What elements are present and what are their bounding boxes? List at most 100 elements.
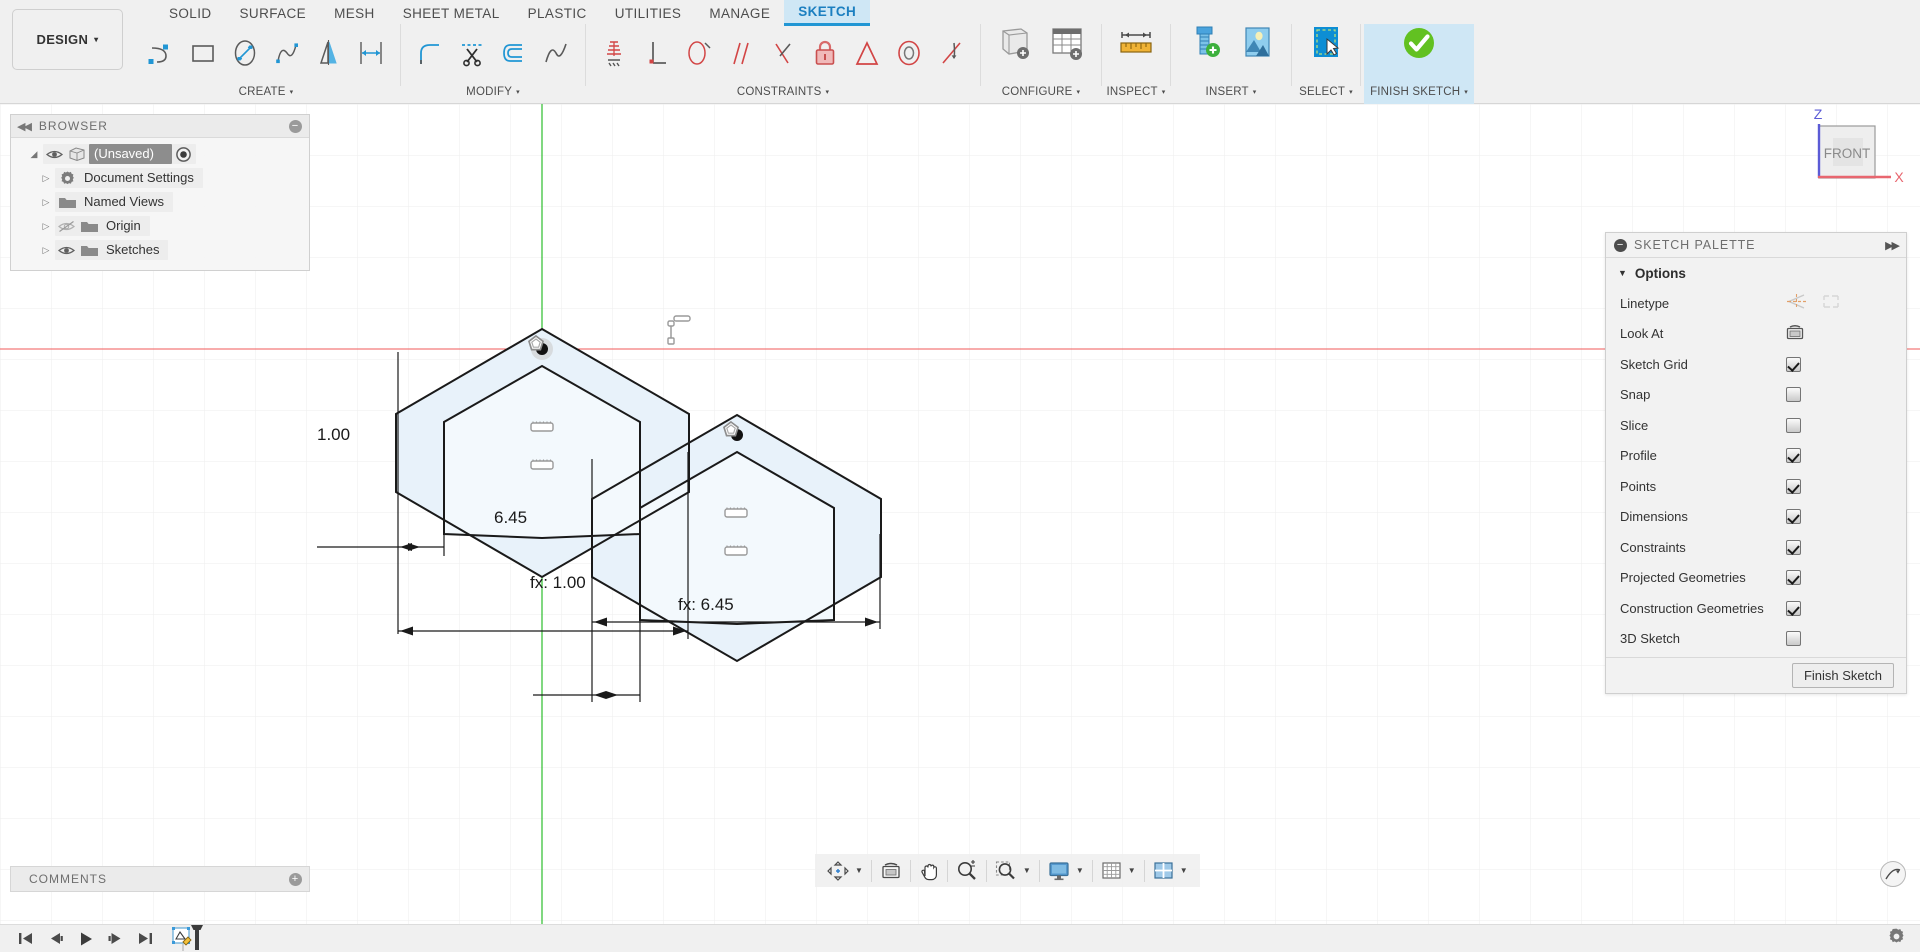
view-cube[interactable]: FRONT Z X (1795, 106, 1915, 206)
ribbon-group-finish-sketch[interactable]: FINISH SKETCH ▾ (1364, 24, 1474, 104)
palette-section-options[interactable]: ▼ Options (1606, 258, 1906, 288)
tree-item-sketches[interactable]: ▷ Sketches (37, 238, 309, 262)
expand-triangle-icon[interactable]: ◢ (25, 149, 43, 160)
tab-mesh[interactable]: MESH (320, 0, 389, 26)
horizontal-constraint-icon[interactable] (724, 545, 748, 556)
radio-selected-icon[interactable] (172, 146, 196, 163)
palette-row-construction-geometries[interactable]: Construction Geometries (1606, 593, 1906, 624)
perpendicular-constraint-icon[interactable] (636, 26, 678, 80)
chevron-right-icon[interactable]: ▷ (37, 245, 55, 256)
sketch-palette-header[interactable]: − SKETCH PALETTE ▶▶ (1606, 233, 1906, 258)
profile-checkbox[interactable] (1786, 448, 1801, 464)
rectangle-icon[interactable] (182, 26, 224, 80)
tab-sheet-metal[interactable]: SHEET METAL (389, 0, 514, 26)
chevron-down-icon[interactable]: ▼ (1618, 268, 1627, 278)
dimension-label-fx-1-00[interactable]: fx: 1.00 (530, 573, 586, 592)
plus-icon[interactable]: + (289, 872, 302, 886)
palette-row-constraints[interactable]: Constraints (1606, 532, 1906, 563)
finish-sketch-button[interactable]: Finish Sketch (1791, 663, 1894, 688)
viewports-icon[interactable] (1148, 854, 1179, 887)
tab-surface[interactable]: SURFACE (226, 0, 321, 26)
tree-item-document-settings[interactable]: ▷ Document Settings (37, 166, 309, 190)
equal-constraint-icon[interactable] (846, 26, 888, 80)
dimension-label-6-45[interactable]: 6.45 (494, 508, 527, 527)
chevron-right-icon[interactable]: ▷ (37, 221, 55, 232)
minimize-icon[interactable]: − (289, 119, 302, 133)
zoom-window-icon[interactable] (990, 854, 1022, 887)
construction-geometries-checkbox[interactable] (1786, 600, 1801, 616)
chevron-down-icon[interactable]: ▼ (854, 854, 868, 887)
circle-icon[interactable] (224, 26, 266, 80)
chevron-down-icon[interactable]: ▼ (1127, 854, 1141, 887)
palette-row-slice[interactable]: Slice (1606, 410, 1906, 441)
rectangular-pattern-icon[interactable] (350, 26, 392, 80)
eye-visible-icon[interactable] (43, 148, 65, 161)
break-icon[interactable] (535, 26, 577, 80)
horizontal-constraint-icon[interactable] (530, 459, 554, 470)
palette-row-points[interactable]: Points (1606, 471, 1906, 502)
palette-row-profile[interactable]: Profile (1606, 441, 1906, 472)
dimension-label-1-00[interactable]: 1.00 (317, 425, 350, 444)
palette-row-projected-geometries[interactable]: Projected Geometries (1606, 563, 1906, 594)
look-at-icon[interactable] (875, 854, 907, 887)
horizontal-constraint-icon[interactable] (530, 421, 554, 432)
design-workspace-button[interactable]: DESIGN ▾ (12, 9, 123, 70)
browser-header[interactable]: ◀◀ BROWSER − (11, 115, 309, 138)
tab-plastic[interactable]: PLASTIC (514, 0, 601, 26)
palette-row-dimensions[interactable]: Dimensions (1606, 502, 1906, 533)
minus-circle-icon[interactable]: − (1614, 238, 1627, 252)
tree-item-origin[interactable]: ▷ Origin (37, 214, 309, 238)
browser-panel[interactable]: ◀◀ BROWSER − ◢ (Unsaved) ▷ Document Sett… (10, 114, 310, 271)
slice-checkbox[interactable] (1786, 417, 1801, 433)
points-checkbox[interactable] (1786, 478, 1801, 494)
chevron-right-icon[interactable]: ▷ (37, 197, 55, 208)
parallel-constraint-icon[interactable] (720, 26, 762, 80)
dimension-label-fx-6-45[interactable]: fx: 6.45 (678, 595, 734, 614)
palette-row-look-at[interactable]: Look At (1606, 319, 1906, 350)
horizontal-constraint-icon[interactable] (724, 507, 748, 518)
tab-solid[interactable]: SOLID (155, 0, 226, 26)
pan-icon[interactable] (914, 854, 944, 887)
centerline-icon[interactable] (1786, 293, 1807, 313)
grid-snaps-icon[interactable] (1096, 854, 1127, 887)
coincident-constraint-icon[interactable] (762, 26, 804, 80)
zoom-icon[interactable] (951, 854, 983, 887)
tab-sketch[interactable]: SKETCH (784, 0, 871, 26)
chevron-down-icon[interactable]: ▼ (1075, 854, 1089, 887)
step-forward-icon[interactable] (100, 925, 130, 952)
concentric-constraint-icon[interactable] (888, 26, 930, 80)
constraints-checkbox[interactable] (1786, 539, 1801, 555)
snap-checkbox[interactable] (1786, 387, 1801, 403)
tangent-constraint-icon[interactable] (678, 26, 720, 80)
insert-canvas-image-icon[interactable] (1231, 15, 1283, 91)
expand-right-icon[interactable]: ▶▶ (1885, 239, 1900, 252)
look-at-icon[interactable] (1786, 324, 1804, 344)
navigation-widget[interactable] (1880, 861, 1906, 887)
fillet-icon[interactable] (409, 26, 451, 80)
play-icon[interactable] (70, 925, 100, 952)
trim-icon[interactable] (451, 26, 493, 80)
orbit-icon[interactable] (822, 854, 854, 887)
finish-sketch-check-icon[interactable] (1369, 15, 1469, 91)
spline-icon[interactable] (266, 26, 308, 80)
settings-gear-icon[interactable] (1887, 927, 1906, 951)
eye-visible-icon[interactable] (55, 244, 77, 257)
palette-row-linetype[interactable]: Linetype (1606, 288, 1906, 319)
construction-icon[interactable] (1821, 293, 1842, 313)
projected-geometries-checkbox[interactable] (1786, 570, 1801, 586)
go-to-beginning-icon[interactable] (10, 925, 40, 952)
chevron-down-icon[interactable]: ▼ (1179, 854, 1193, 887)
palette-row-sketch-grid[interactable]: Sketch Grid (1606, 349, 1906, 380)
go-to-end-icon[interactable] (130, 925, 160, 952)
display-settings-icon[interactable] (1043, 854, 1075, 887)
fix-unfix-lock-icon[interactable] (804, 26, 846, 80)
browser-tree[interactable]: ◢ (Unsaved) ▷ Document Settings ▷ Named … (11, 138, 309, 270)
tree-item-unsaved[interactable]: ◢ (Unsaved) (25, 142, 309, 166)
mirror-icon[interactable] (308, 26, 350, 80)
sketch-palette[interactable]: − SKETCH PALETTE ▶▶ ▼ Options Linetype L… (1605, 232, 1907, 694)
collapse-left-icon[interactable]: ◀◀ (17, 120, 32, 133)
timeline[interactable] (0, 924, 206, 952)
3d-sketch-checkbox[interactable] (1786, 631, 1801, 647)
dimensions-checkbox[interactable] (1786, 509, 1801, 525)
chevron-down-icon[interactable]: ▼ (1022, 854, 1036, 887)
